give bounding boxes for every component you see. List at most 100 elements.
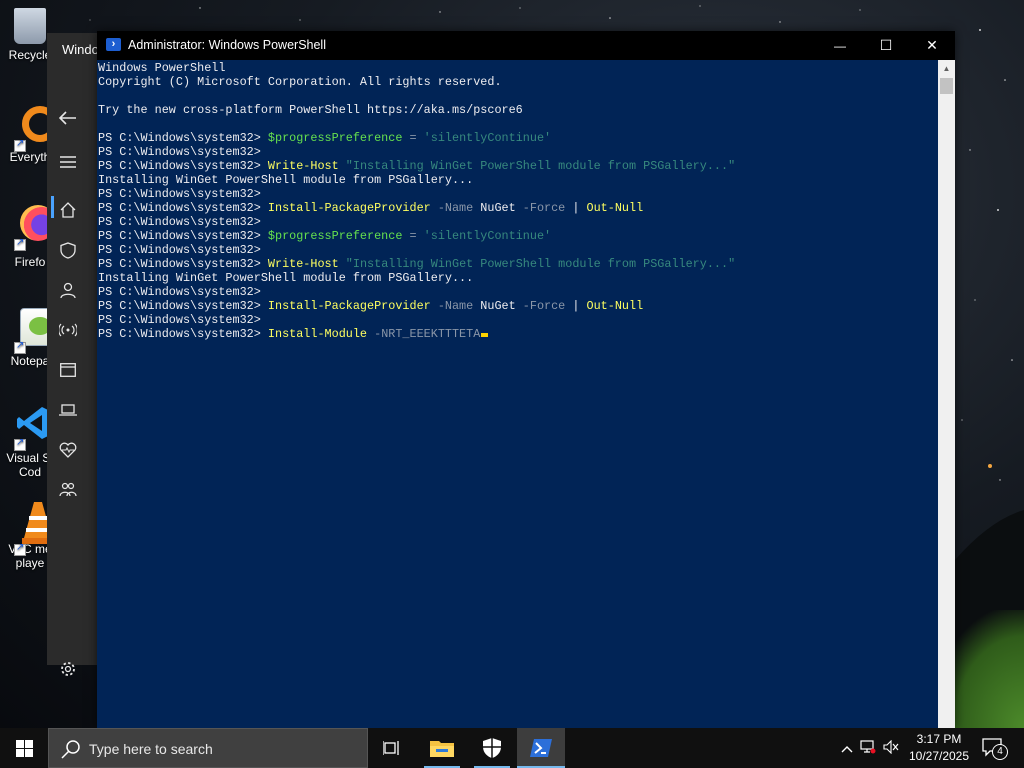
console-line: Copyright (C) Microsoft Corporation. All… — [98, 75, 502, 89]
notification-count-badge: 4 — [992, 744, 1008, 760]
powershell-icon: › — [106, 38, 121, 51]
recycle-bin-icon — [14, 8, 46, 44]
console-token: -Force — [515, 299, 573, 313]
console-token: PS C:\Windows\system32> — [98, 327, 268, 341]
console-token: "Installing WinGet PowerShell module fro… — [345, 159, 736, 173]
console-token: -NRT_EEEKTTTETA — [367, 327, 481, 341]
windows-security-button[interactable] — [468, 728, 516, 768]
console-token: NuGet — [480, 201, 516, 215]
settings-nav-rail — [47, 68, 89, 676]
console-token: Write-Host — [267, 159, 339, 173]
gear-icon[interactable] — [51, 654, 85, 684]
console-line: PS C:\Windows\system32> — [98, 285, 268, 299]
console-line: PS C:\Windows\system32> Install-Module -… — [98, 327, 489, 341]
antenna-icon[interactable] — [51, 315, 85, 345]
console-line: PS C:\Windows\system32> Install-PackageP… — [98, 299, 643, 313]
console-token: Install-PackageProvider — [267, 201, 431, 215]
powershell-taskbar-button[interactable] — [517, 728, 565, 768]
console-token: -Name — [430, 201, 481, 215]
maximize-icon: ☐ — [879, 37, 893, 53]
hamburger-menu-icon[interactable] — [51, 147, 85, 177]
console-token: PS C:\Windows\system32> — [98, 257, 268, 271]
console-token: Out-Null — [586, 299, 644, 313]
console-token: -Force — [515, 201, 573, 215]
file-explorer-icon — [430, 741, 454, 757]
console-token: PS C:\Windows\system32> — [98, 299, 268, 313]
window-icon[interactable] — [51, 355, 85, 385]
shortcut-arrow-icon — [14, 237, 26, 251]
console-token: PS C:\Windows\system32> — [98, 187, 268, 201]
vertical-scrollbar[interactable]: ▲ — [938, 60, 955, 728]
console-token: Install-Module — [267, 327, 368, 341]
minimize-button[interactable]: — — [817, 31, 863, 60]
settings-window-title: Windo — [62, 42, 98, 57]
minimize-icon: — — [834, 38, 846, 53]
network-icon[interactable] — [856, 739, 880, 757]
shortcut-arrow-icon — [14, 437, 26, 451]
console-line: PS C:\Windows\system32> Write-Host "Inst… — [98, 159, 735, 173]
system-clock[interactable]: 3:17 PM 10/27/2025 — [902, 731, 976, 765]
console-line: PS C:\Windows\system32> — [98, 313, 268, 327]
volume-muted-icon[interactable] — [880, 739, 902, 757]
console-token: -Name — [430, 299, 481, 313]
laptop-icon[interactable] — [51, 395, 85, 425]
windows-logo-icon — [15, 739, 33, 757]
console-line: Try the new cross-platform PowerShell ht… — [98, 103, 523, 117]
console-token: PS C:\Windows\system32> — [98, 145, 268, 159]
back-arrow-icon[interactable] — [51, 103, 85, 133]
clock-date: 10/27/2025 — [908, 749, 970, 763]
console-output[interactable]: Windows PowerShell Copyright (C) Microsof… — [97, 60, 938, 728]
console-token: Try the new cross-platform PowerShell ht… — [98, 103, 523, 117]
console-token: 'silentlyContinue' — [423, 131, 552, 145]
console-line: Installing WinGet PowerShell module from… — [98, 271, 473, 285]
search-placeholder: Type here to search — [89, 741, 213, 757]
console-token: | — [572, 299, 587, 313]
console-token: Out-Null — [586, 201, 644, 215]
taskbar: Type here to search 3:17 PM 10/27/2025 4 — [0, 728, 1024, 768]
start-button[interactable] — [0, 728, 48, 768]
close-button[interactable]: ✕ — [909, 31, 955, 60]
person-icon[interactable] — [51, 275, 85, 305]
console-line: PS C:\Windows\system32> $progressPrefere… — [98, 229, 551, 243]
action-center-button[interactable]: 4 — [980, 736, 1008, 760]
console-token: $progressPreference — [267, 229, 403, 243]
console-line: PS C:\Windows\system32> — [98, 187, 268, 201]
console-token: 'silentlyContinue' — [423, 229, 552, 243]
heart-pulse-icon[interactable] — [51, 435, 85, 465]
console-token: Installing WinGet PowerShell module from… — [98, 271, 474, 285]
powershell-icon — [530, 739, 552, 757]
home-icon[interactable] — [51, 195, 85, 225]
console-token: Copyright (C) Microsoft Corporation. All… — [98, 75, 502, 89]
console-token: Installing WinGet PowerShell module from… — [98, 173, 474, 187]
console-line: Windows PowerShell — [98, 61, 225, 75]
scroll-up-arrow-icon[interactable]: ▲ — [938, 60, 955, 77]
search-icon — [61, 740, 80, 759]
shortcut-arrow-icon — [14, 138, 26, 152]
powershell-titlebar[interactable]: › Administrator: Windows PowerShell — ☐ … — [97, 31, 955, 60]
chevron-up-icon[interactable] — [838, 741, 856, 756]
task-view-icon — [383, 741, 399, 755]
console-token: PS C:\Windows\system32> — [98, 243, 268, 257]
shield-icon[interactable] — [51, 235, 85, 265]
console-token: = — [402, 131, 424, 145]
windows-security-icon — [483, 738, 501, 758]
taskbar-search-box[interactable]: Type here to search — [48, 728, 368, 768]
close-icon: ✕ — [926, 37, 938, 53]
console-line: PS C:\Windows\system32> $progressPrefere… — [98, 131, 551, 145]
shortcut-arrow-icon — [14, 340, 26, 354]
powershell-window[interactable]: › Administrator: Windows PowerShell — ☐ … — [97, 31, 955, 728]
console-line: PS C:\Windows\system32> Install-PackageP… — [98, 201, 643, 215]
file-explorer-button[interactable] — [418, 728, 466, 768]
console-token — [339, 159, 346, 173]
scrollbar-thumb[interactable] — [940, 78, 953, 94]
console-token: PS C:\Windows\system32> — [98, 131, 268, 145]
clock-time: 3:17 PM — [916, 732, 962, 746]
settings-window[interactable]: Windo — [47, 33, 98, 676]
maximize-button[interactable]: ☐ — [863, 31, 909, 60]
console-line: PS C:\Windows\system32> — [98, 243, 268, 257]
task-view-button[interactable] — [368, 728, 416, 768]
family-icon[interactable] — [51, 475, 85, 505]
console-token: PS C:\Windows\system32> — [98, 201, 268, 215]
console-token: $progressPreference — [267, 131, 403, 145]
window-title: Administrator: Windows PowerShell — [128, 38, 326, 52]
